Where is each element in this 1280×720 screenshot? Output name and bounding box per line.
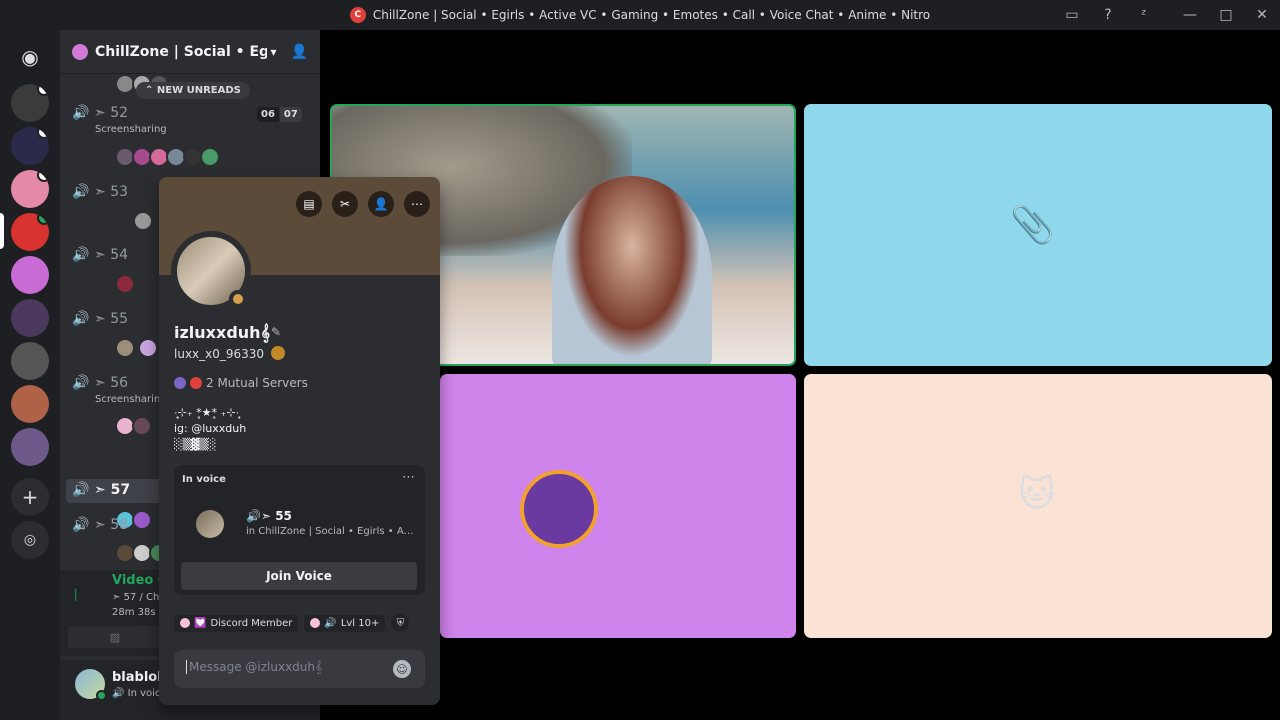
voice-guild-name: in ChillZone | Social • Egirls • Active … bbox=[246, 526, 418, 537]
server-icon-chillzone[interactable] bbox=[11, 213, 49, 251]
speaker-icon: 🔊 bbox=[72, 517, 90, 533]
voice-channel-name: 🔊➣ 55 bbox=[246, 509, 292, 523]
avatar-row bbox=[115, 147, 220, 167]
server-logo-icon: C bbox=[349, 7, 366, 23]
title-bar: C ChillZone | Social • Egirls • Active V… bbox=[0, 0, 1280, 30]
speaker-icon: 🔊 bbox=[72, 247, 90, 263]
server-icon[interactable] bbox=[11, 299, 49, 337]
speaker-icon: 🔊 bbox=[72, 311, 90, 327]
globe-badge-icon bbox=[271, 346, 285, 360]
more-options-icon[interactable]: ⋯ bbox=[404, 191, 430, 217]
cat-avatar-icon: 🐱 bbox=[1018, 474, 1056, 515]
voice-channel-53[interactable]: 🔊 ➣ 53 bbox=[72, 184, 128, 200]
speaker-icon: 🔊 bbox=[72, 482, 90, 498]
user-avatar-ring bbox=[520, 470, 598, 548]
video-tile-avatar[interactable]: 📎 bbox=[804, 104, 1272, 366]
guild-name: ChillZone | Social • Egir... bbox=[95, 43, 267, 60]
video-tile-avatar[interactable] bbox=[440, 374, 796, 638]
server-rail: ◉ + ◎ bbox=[0, 30, 60, 720]
mutual-servers[interactable]: 2 Mutual Servers bbox=[174, 376, 308, 390]
avatar-row bbox=[115, 338, 158, 358]
avatar-row bbox=[115, 416, 152, 436]
emoji-icon[interactable]: ☺ bbox=[393, 660, 411, 678]
display-name: izluxxduh𝄞 bbox=[174, 323, 271, 342]
close-button[interactable]: ✕ bbox=[1244, 0, 1280, 30]
minimize-button[interactable]: — bbox=[1172, 0, 1208, 30]
roles-list: 💟 Discord Member 🔊 Lvl 10+ ⛨ bbox=[174, 614, 410, 632]
clipboard-icon[interactable]: ▤ bbox=[296, 191, 322, 217]
shield-icon[interactable]: ⛨ bbox=[391, 614, 410, 632]
role-tag: 🔊 Lvl 10+ bbox=[304, 614, 386, 632]
message-box: ☺ bbox=[174, 650, 425, 688]
server-icon[interactable] bbox=[11, 256, 49, 294]
more-options-icon[interactable]: ⋯ bbox=[402, 470, 415, 485]
voice-channel-52[interactable]: 🔊 ➣ 52 bbox=[72, 105, 128, 121]
profile-bio: ·͙̥⊹₊ *̥★*̥ ₊⊹·͙̥ ig: @luxxduh ░▒▓▒░ bbox=[174, 406, 247, 451]
avatar-row bbox=[115, 274, 135, 294]
avatar bbox=[196, 510, 224, 538]
invite-people-icon[interactable]: 👤 bbox=[291, 44, 308, 60]
voice-channel-57[interactable]: 🔊 ➣ 57 bbox=[72, 482, 130, 498]
server-icon[interactable] bbox=[11, 127, 49, 165]
new-unreads-pill[interactable]: ⌃ NEW UNREADS bbox=[136, 82, 250, 99]
guild-header[interactable]: ChillZone | Social • Egir... ▾ 👤 bbox=[60, 30, 320, 74]
server-icon[interactable] bbox=[11, 170, 49, 208]
voice-channel-58[interactable]: 🔊 ➣ 58 bbox=[72, 517, 128, 533]
join-voice-button[interactable]: Join Voice bbox=[181, 562, 417, 590]
voice-channel-54[interactable]: 🔊 ➣ 54 bbox=[72, 247, 128, 263]
video-tile-avatar[interactable]: 🐱 bbox=[804, 374, 1272, 638]
user-count: 06 07 bbox=[257, 107, 302, 122]
voice-channel-56[interactable]: 🔊 ➣ 56 bbox=[72, 375, 128, 391]
speaker-icon: 🔊 bbox=[72, 105, 90, 121]
selected-server-indicator bbox=[0, 213, 4, 249]
window-title: ChillZone | Social • Egirls • Active VC … bbox=[372, 8, 931, 22]
video-stage: 📎 🐱 bbox=[320, 30, 1280, 720]
channel-activity: Screensharing bbox=[95, 124, 167, 135]
server-icon[interactable] bbox=[11, 342, 49, 380]
camera-off-icon[interactable]: ▨ bbox=[68, 626, 162, 648]
profile-username: luxx_x0_96330 bbox=[174, 347, 265, 361]
server-icon bbox=[190, 377, 202, 389]
camera-subject bbox=[552, 176, 712, 364]
nitro-badge-icon: ✎ bbox=[271, 325, 282, 339]
maximize-button[interactable]: □ bbox=[1208, 0, 1244, 30]
paperclip-avatar-icon: 📎 bbox=[1010, 205, 1055, 246]
speaker-icon: 🔊 bbox=[72, 375, 90, 391]
speaker-icon: 🔊 bbox=[72, 184, 90, 200]
chevron-down-icon: ▾ bbox=[270, 44, 277, 59]
voice-channel-55[interactable]: 🔊 ➣ 55 bbox=[72, 311, 128, 327]
server-icon[interactable] bbox=[11, 385, 49, 423]
guild-icon bbox=[72, 43, 88, 60]
role-tag: 💟 Discord Member bbox=[174, 614, 299, 632]
server-icon bbox=[174, 377, 186, 389]
in-voice-label: In voice bbox=[182, 474, 226, 485]
channel-activity: Screensharin bbox=[95, 394, 161, 405]
message-input[interactable] bbox=[186, 660, 376, 674]
signal-icon: ⦚ bbox=[74, 586, 78, 605]
add-server-icon[interactable]: + bbox=[11, 478, 49, 516]
server-icon[interactable] bbox=[11, 84, 49, 122]
in-voice-card: In voice ⋯ 🔊➣ 55 in ChillZone | Social •… bbox=[174, 465, 425, 595]
help-icon[interactable]: ? bbox=[1090, 0, 1126, 30]
discover-icon[interactable]: ◎ bbox=[11, 521, 49, 559]
avatar-row bbox=[133, 211, 153, 231]
add-friend-icon[interactable]: 👤 bbox=[368, 191, 394, 217]
discord-home-icon[interactable]: ◉ bbox=[11, 38, 49, 76]
server-folder-icon[interactable] bbox=[11, 428, 49, 466]
sleep-icon[interactable]: ᶻ bbox=[1126, 0, 1162, 30]
inbox-icon[interactable]: ▭ bbox=[1054, 0, 1090, 30]
idle-status-icon bbox=[229, 290, 247, 308]
online-status-icon bbox=[96, 690, 107, 701]
user-profile-popout: ▤ ✂ 👤 ⋯ izluxxduh𝄞 ✎ luxx_x0_96330 2 Mut… bbox=[159, 177, 440, 705]
tools-icon[interactable]: ✂ bbox=[332, 191, 358, 217]
voice-timer: 28m 38s bbox=[112, 607, 156, 618]
